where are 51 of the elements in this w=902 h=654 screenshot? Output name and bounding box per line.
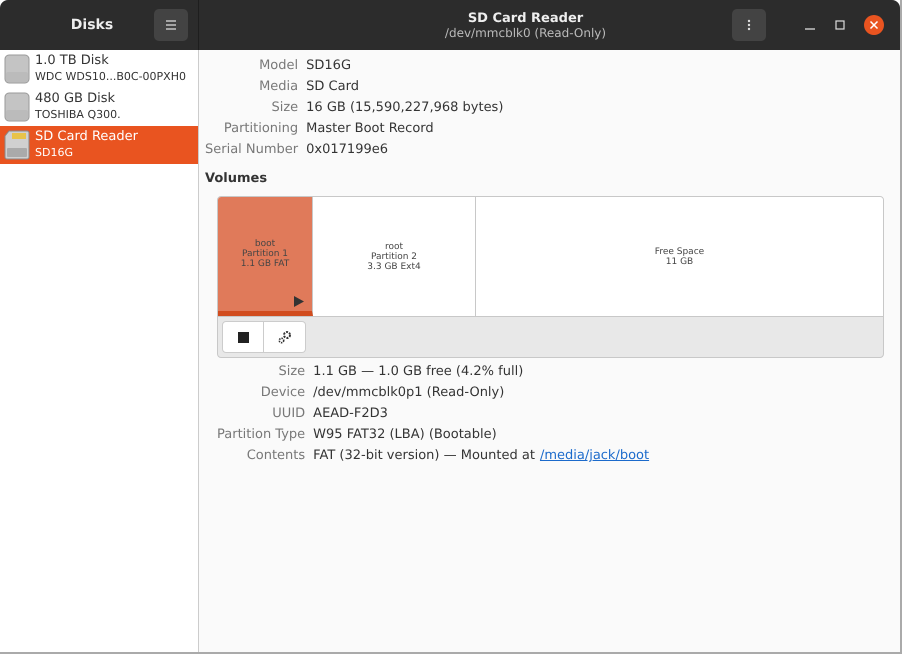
field-label: Partitioning [222,121,298,136]
field-value: FAT (32-bit version) — Mounted at /media/jack/boot [313,448,650,463]
field-label: Model [258,58,298,73]
field-value: Master Boot Record [306,121,435,136]
menu-button[interactable] [154,9,188,41]
field-label: Media [258,79,298,94]
partition-block[interactable]: Free Space 11 GB [476,197,883,316]
disk-list-item[interactable]: 1.0 TB Disk WDC WDS10...B0C-00PXH0 [0,50,198,88]
partition-label: Free Space 11 GB [654,246,704,266]
partition-label: root Partition 2 3.3 GB Ext4 [367,242,421,272]
sd-card-icon [4,130,30,160]
field-label: Contents [246,448,306,463]
ssd-drive-icon [4,54,30,84]
sidebar-title: Disks [70,17,114,33]
field-value: W95 FAT32 (LBA) (Bootable) [313,427,498,442]
settings-button[interactable] [264,321,306,353]
partition-block[interactable]: root Partition 2 3.3 GB Ext4 [313,197,476,316]
disk-model: SD16G [35,145,74,161]
field-value: 0x017199e6 [306,142,389,157]
gears-icon [276,329,292,345]
stop-icon [238,332,248,342]
disk-list-item[interactable]: SD Card Reader SD16G [0,126,198,164]
field-value: AEAD-F2D3 [313,406,389,421]
mount-point-link[interactable]: /media/jack/boot [540,448,650,463]
ssd-drive-icon [4,92,30,122]
unmount-button[interactable] [222,321,264,353]
field-value: SD16G [306,58,352,73]
field-label: Size [277,364,306,379]
window-title: SD Card Reader [468,10,584,26]
partition-label: boot Partition 1 1.1 GB FAT [240,239,290,269]
field-label: Partition Type [217,427,306,442]
field-label: UUID [271,406,306,421]
disk-name: 480 GB Disk [35,91,116,107]
disk-model: WDC WDS10...B0C-00PXH0 [35,69,186,85]
field-label: Serial Number [205,142,298,157]
field-label: Device [260,385,306,400]
close-button[interactable] [864,15,884,35]
menu-icon [165,20,177,30]
field-value: /dev/mmcblk0p1 (Read-Only) [313,385,506,400]
disk-name: 1.0 TB Disk [35,53,110,69]
field-value: SD Card [306,79,360,94]
disk-name: SD Card Reader [35,129,138,145]
more-icon [747,19,751,31]
maximize-button[interactable] [834,19,846,31]
field-label: Size [270,100,298,115]
volumes-heading: Volumes [205,171,268,186]
window-subtitle: /dev/mmcblk0 (Read-Only) [444,26,606,40]
field-value: 16 GB (15,590,227,968 bytes) [306,100,504,115]
disk-model: TOSHIBA Q300. [35,107,121,123]
field-value: 1.1 GB — 1.0 GB free (4.2% full) [313,364,524,379]
disk-list-item[interactable]: 480 GB Disk TOSHIBA Q300. [0,88,198,126]
